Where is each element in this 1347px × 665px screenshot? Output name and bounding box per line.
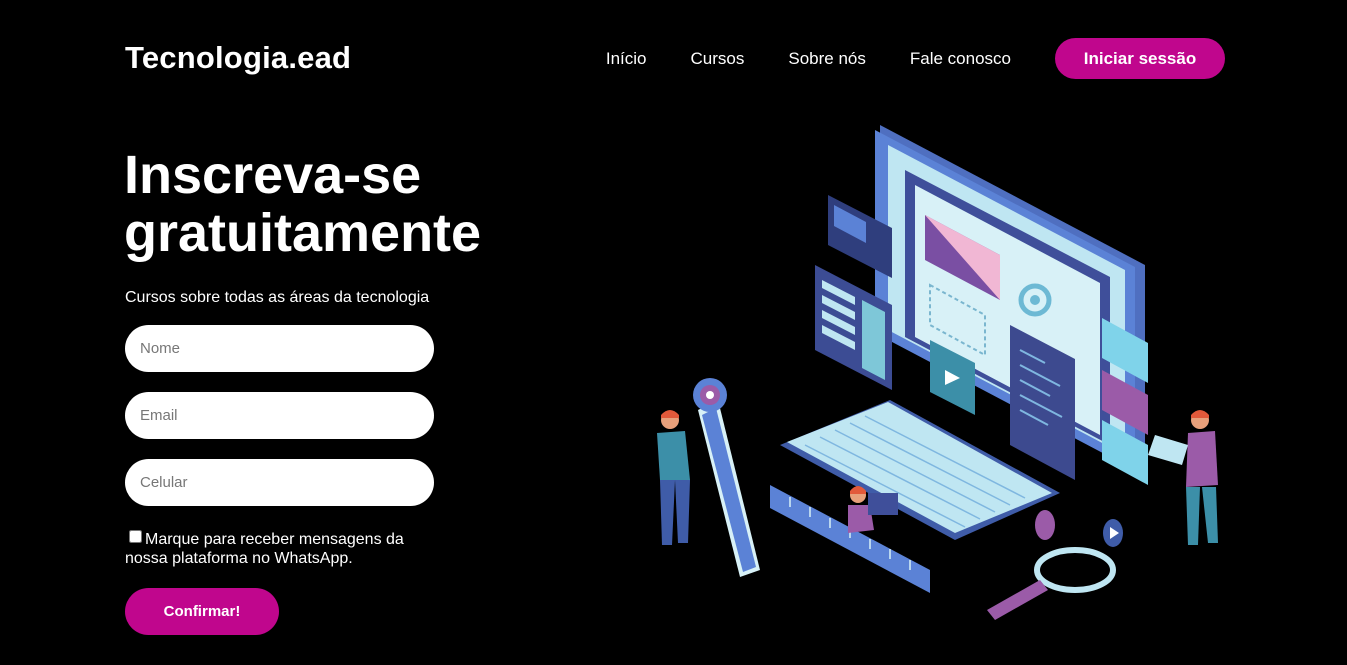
nav-link-contato[interactable]: Fale conosco: [910, 49, 1011, 69]
whatsapp-optin[interactable]: Marque para receber mensagens da nossa p…: [125, 530, 425, 568]
whatsapp-optin-label: Marque para receber mensagens da nossa p…: [125, 531, 404, 567]
whatsapp-optin-checkbox[interactable]: [129, 530, 142, 543]
site-logo[interactable]: Tecnologia.ead: [125, 40, 351, 76]
nav-link-sobre[interactable]: Sobre nós: [788, 49, 866, 69]
login-button[interactable]: Iniciar sessão: [1055, 38, 1225, 79]
computer-workstation-illustration: [657, 125, 1218, 620]
phone-input[interactable]: [125, 459, 434, 506]
nav-link-inicio[interactable]: Início: [606, 49, 647, 69]
page-subtitle: Cursos sobre todas as áreas da tecnologi…: [125, 289, 430, 306]
main-nav: Início Cursos Sobre nós Fale conosco Ini…: [606, 38, 1225, 79]
email-input[interactable]: [125, 392, 434, 439]
title-line-1: Inscreva-se: [124, 145, 422, 205]
page-title: Inscreva-se gratuitamente: [124, 146, 564, 262]
confirm-button[interactable]: Confirmar!: [125, 588, 279, 635]
name-input[interactable]: [125, 325, 434, 372]
nav-link-cursos[interactable]: Cursos: [691, 49, 745, 69]
title-line-2: gratuitamente: [124, 203, 482, 263]
